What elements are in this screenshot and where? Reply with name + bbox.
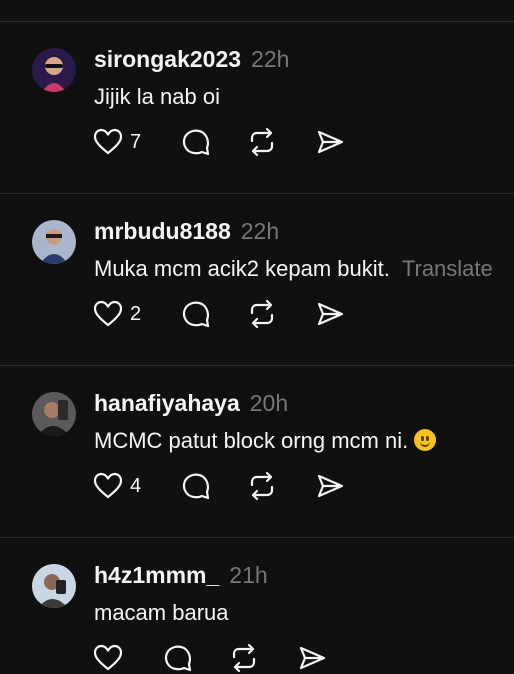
divider bbox=[0, 365, 514, 366]
avatar[interactable] bbox=[32, 48, 76, 92]
action-bar: 7 bbox=[92, 126, 392, 158]
divider bbox=[0, 537, 514, 538]
translate-link[interactable]: Translate bbox=[402, 256, 493, 281]
timestamp: 21h bbox=[229, 562, 268, 588]
username-text[interactable]: mrbudu8188 bbox=[94, 218, 231, 244]
reply-button[interactable] bbox=[180, 126, 212, 158]
smile-emoji-icon bbox=[414, 429, 437, 451]
send-icon bbox=[317, 302, 344, 326]
divider bbox=[0, 193, 514, 194]
reply-text: macam barua bbox=[94, 600, 229, 625]
username[interactable]: h4z1mmm_ 21h bbox=[94, 562, 268, 589]
action-bar: 4 bbox=[92, 470, 392, 502]
username[interactable]: hanafiyahaya 20h bbox=[94, 390, 288, 417]
repost-button[interactable] bbox=[246, 298, 278, 330]
like-count: 7 bbox=[130, 130, 142, 153]
like-count: 2 bbox=[130, 302, 142, 325]
comment-icon bbox=[182, 301, 210, 328]
heart-icon bbox=[93, 300, 123, 327]
send-icon bbox=[317, 130, 344, 154]
comment-icon bbox=[182, 473, 210, 500]
share-button[interactable] bbox=[314, 470, 346, 502]
comment-icon bbox=[182, 129, 210, 156]
reply-button[interactable] bbox=[180, 298, 212, 330]
repost-button[interactable] bbox=[228, 642, 260, 674]
repost-icon bbox=[232, 643, 256, 673]
like-button[interactable]: 2 bbox=[92, 298, 141, 330]
top-divider bbox=[0, 21, 514, 22]
username-text[interactable]: hanafiyahaya bbox=[94, 390, 240, 416]
repost-button[interactable] bbox=[246, 126, 278, 158]
avatar[interactable] bbox=[32, 392, 76, 436]
reply-text: Jijik la nab oi bbox=[94, 84, 220, 109]
timestamp: 20h bbox=[249, 390, 289, 416]
reply-button[interactable] bbox=[180, 470, 212, 502]
username-text[interactable]: sirongak2023 bbox=[94, 46, 241, 72]
like-button[interactable] bbox=[92, 642, 124, 674]
share-button[interactable] bbox=[314, 126, 346, 158]
share-button[interactable] bbox=[314, 298, 346, 330]
timestamp: 22h bbox=[251, 46, 290, 72]
username[interactable]: mrbudu8188 22h bbox=[94, 218, 279, 245]
avatar[interactable] bbox=[32, 220, 76, 264]
like-button[interactable]: 7 bbox=[92, 126, 141, 158]
username[interactable]: sirongak2023 22h bbox=[94, 46, 289, 73]
reply-text: Muka mcm acik2 kepam bukit. Translate bbox=[94, 256, 493, 282]
username-text[interactable]: h4z1mmm_ bbox=[94, 562, 219, 588]
heart-icon bbox=[93, 472, 123, 499]
action-bar bbox=[92, 642, 392, 674]
reply-text: MCMC patut block orng mcm ni. bbox=[94, 428, 437, 454]
avatar[interactable] bbox=[32, 564, 76, 608]
like-count: 4 bbox=[130, 474, 142, 497]
like-button[interactable]: 4 bbox=[92, 470, 141, 502]
repost-icon bbox=[250, 299, 274, 329]
repost-button[interactable] bbox=[246, 470, 278, 502]
action-bar: 2 bbox=[92, 298, 392, 330]
heart-icon bbox=[93, 128, 123, 155]
repost-icon bbox=[250, 127, 274, 157]
timestamp: 22h bbox=[240, 218, 280, 244]
comment-icon bbox=[164, 645, 192, 672]
reply-text-content: MCMC patut block orng mcm ni. bbox=[94, 428, 409, 453]
heart-icon bbox=[93, 644, 123, 671]
reply-text-content: Muka mcm acik2 kepam bukit. bbox=[94, 256, 390, 281]
share-button[interactable] bbox=[296, 642, 328, 674]
repost-icon bbox=[250, 471, 274, 501]
send-icon bbox=[317, 474, 344, 498]
reply-button[interactable] bbox=[162, 642, 194, 674]
send-icon bbox=[299, 646, 326, 670]
